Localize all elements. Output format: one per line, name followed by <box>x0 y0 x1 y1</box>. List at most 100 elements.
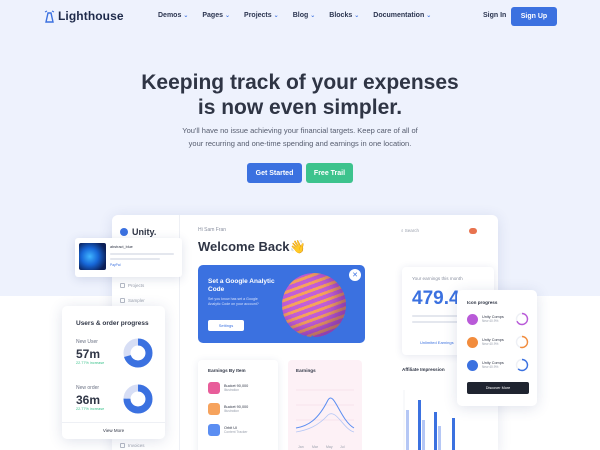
bar <box>434 412 437 450</box>
progress-ring <box>515 358 529 372</box>
brand-name: Lighthouse <box>58 9 124 23</box>
main-menu: Demos ⌄ Pages ⌄ Projects ⌄ Blog ⌄ Blocks ⌄ Do… <box>158 12 445 19</box>
item-sub: Illustration <box>224 388 240 392</box>
hero-title-line-2: is now even simpler. <box>197 96 403 119</box>
bar <box>438 426 441 450</box>
item-sub: New 40.9% <box>482 319 499 323</box>
earnings-by-item-card: Earnings By Item Bucket 90,000 Illustrati… <box>198 360 278 450</box>
chart-tick: Jan <box>298 445 304 449</box>
menu-label: Blog <box>292 12 309 19</box>
layers-icon <box>120 298 125 303</box>
carousel-dots[interactable]: ● ● ● <box>298 334 315 340</box>
toggle-icon[interactable] <box>469 228 477 234</box>
promo-description: Set you know has set a Google Analytic C… <box>208 297 259 306</box>
abstract-image <box>79 243 106 270</box>
earnings-link[interactable]: Unlimited Earnings <box>420 340 454 345</box>
chart-tick: May <box>326 445 333 449</box>
sidebar-item-label: Sampler <box>128 298 145 303</box>
affiliate-title: Affiliate Impression <box>402 367 445 372</box>
icon-progress-card: Icon progress Unity Comps New 40.9% Unity… <box>457 290 537 406</box>
bar <box>422 420 425 450</box>
promo-settings-button[interactable]: Settings <box>208 320 244 331</box>
new-user-donut <box>123 338 153 368</box>
top-navbar: Lighthouse Demos ⌄ Pages ⌄ Projects ⌄ Blog ⌄… <box>0 0 600 34</box>
popup-line <box>110 258 160 260</box>
menu-item-blocks[interactable]: Blocks ⌄ <box>329 12 359 19</box>
item-icon <box>208 403 220 415</box>
item-icon <box>208 424 220 436</box>
item-sub: Content Tracker <box>224 430 248 434</box>
menu-label: Pages <box>202 12 223 19</box>
item-text: Bucket 90,000 Illustration <box>224 405 248 413</box>
new-order-increase: 22.77% increase <box>76 407 105 411</box>
list-item[interactable]: Unity Comps New 40.9% <box>467 312 529 326</box>
menu-item-pages[interactable]: Pages ⌄ <box>202 12 230 19</box>
sidebar-item[interactable]: Invoices <box>120 443 145 448</box>
sign-in-link[interactable]: Sign In <box>483 12 506 19</box>
new-user-label: New User <box>76 339 98 345</box>
brand-logo[interactable]: Lighthouse <box>44 9 124 23</box>
chevron-down-icon: ⌄ <box>426 13 432 19</box>
search-label: Search <box>404 228 420 233</box>
view-more-link[interactable]: View More <box>62 428 165 433</box>
chevron-down-icon: ⌄ <box>354 13 360 19</box>
get-started-button[interactable]: Get Started <box>247 163 302 183</box>
chart-tick: Mar <box>312 445 319 449</box>
menu-item-demos[interactable]: Demos ⌄ <box>158 12 188 19</box>
chevron-down-icon: ⌄ <box>310 13 316 19</box>
list-item[interactable]: Unity Comps New 40.9% <box>467 335 529 349</box>
item-sub: Illustration <box>224 409 240 413</box>
sidebar-item-label: Projects <box>128 283 145 288</box>
chevron-down-icon: ⌄ <box>183 13 189 19</box>
new-user-value: 57m <box>76 347 101 361</box>
sign-up-button[interactable]: Sign Up <box>511 7 557 26</box>
free-trial-button[interactable]: Free Trail <box>306 163 353 183</box>
chevron-down-icon: ⌄ <box>273 13 279 19</box>
item-text: Unity Comps New 40.9% <box>482 361 515 369</box>
earnings-label: Your earnings this month <box>412 276 463 281</box>
list-item[interactable]: Unity Comps New 40.9% <box>467 358 529 372</box>
icon-progress-title: Icon progress <box>467 300 498 305</box>
bar <box>406 410 409 450</box>
dashboard-brand-name: Unity. <box>132 227 157 237</box>
users-card-title: Users & order progress <box>76 320 149 327</box>
users-order-progress-card: Users & order progress New User 57m 22.7… <box>62 306 165 439</box>
new-order-donut <box>123 384 153 414</box>
new-order-value: 36m <box>76 393 101 407</box>
sidebar-item[interactable]: Projects <box>120 283 144 288</box>
avatar <box>467 359 478 371</box>
item-sub: New 40.9% <box>482 365 499 369</box>
menu-item-blog[interactable]: Blog ⌄ <box>293 12 316 19</box>
hero-title-line-1: Keeping track of your expenses <box>141 71 459 94</box>
list-item[interactable]: Bucket 90,000 Illustration <box>208 382 248 394</box>
promo-title: Set a Google Analytic Code <box>208 278 275 293</box>
menu-label: Blocks <box>329 12 353 19</box>
list-item[interactable]: Orbit UI Content Tracker <box>208 424 247 436</box>
hero-title: Keeping track of your expenses is now ev… <box>100 70 500 120</box>
dashboard-welcome: Welcome Back👋 <box>198 239 306 254</box>
striped-sphere-illustration <box>282 273 346 337</box>
image-popup-card[interactable]: abstract_blue PayPal <box>75 238 182 277</box>
item-sub: New 40.9% <box>482 342 499 346</box>
popup-tag: PayPal <box>110 263 121 267</box>
menu-label: Projects <box>244 12 272 19</box>
menu-item-documentation[interactable]: Documentation ⌄ <box>373 12 431 19</box>
lighthouse-icon <box>44 10 55 23</box>
new-order-label: New order <box>76 385 100 391</box>
popup-title: abstract_blue <box>110 245 133 249</box>
hero-subtitle: You'll have no issue achieving your fina… <box>160 124 440 150</box>
sidebar-item[interactable]: Sampler <box>120 298 145 303</box>
divider <box>62 422 165 423</box>
close-icon[interactable]: ✕ <box>349 269 361 281</box>
list-item[interactable]: Bucket 90,000 Illustration <box>208 403 248 415</box>
menu-item-projects[interactable]: Projects ⌄ <box>244 12 279 19</box>
dashboard-brand: Unity. <box>120 227 156 237</box>
dashboard-greeting: Hi Sam Fran <box>198 227 227 233</box>
menu-label: Demos <box>158 12 182 19</box>
dashboard-search[interactable]: ⌕ Search <box>401 228 419 233</box>
analytics-promo-card: Set a Google Analytic Code Set you know … <box>198 265 365 343</box>
discover-more-button[interactable]: Discover More <box>467 382 529 394</box>
chart-tick: Jul <box>340 445 345 449</box>
item-text: Orbit UI Content Tracker <box>224 426 247 434</box>
item-text: Bucket 90,000 Illustration <box>224 384 248 392</box>
